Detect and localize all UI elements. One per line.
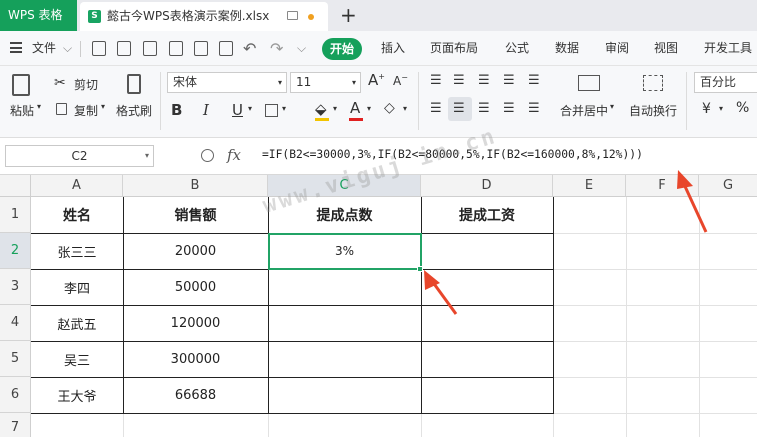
annotation-arrows (424, 170, 708, 315)
arrow-to-cell (424, 270, 458, 315)
arrow-to-formula (677, 170, 708, 233)
